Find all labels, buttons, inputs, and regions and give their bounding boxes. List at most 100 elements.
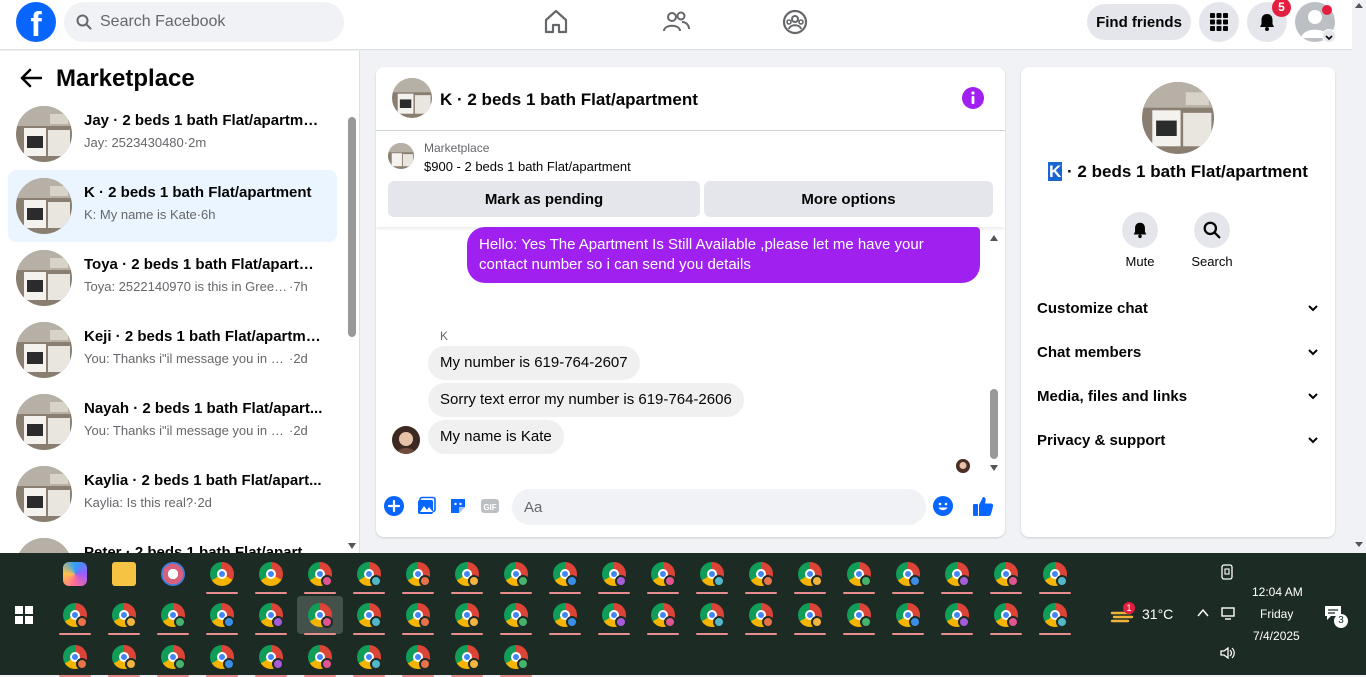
outgoing-message[interactable]: Hello: Yes The Apartment Is Still Availa…	[467, 227, 980, 283]
listing-price-title[interactable]: $900 - 2 beds 1 bath Flat/apartment	[424, 159, 631, 174]
chat-title[interactable]: K · 2 beds 1 bath Flat/apartment	[440, 90, 698, 110]
taskbar-chrome-profile-icon[interactable]	[640, 555, 686, 594]
taskbar-chrome-profile-icon[interactable]	[346, 555, 392, 594]
chat-scrollbar-thumb[interactable]	[990, 389, 998, 459]
clock-date[interactable]: 7/4/2025	[1253, 629, 1300, 643]
chevron-up-icon[interactable]	[1197, 608, 1209, 618]
listing-thumbnail-small[interactable]	[388, 143, 414, 169]
conversation-item-selected[interactable]: K · 2 beds 1 bath Flat/apartment K: My n…	[8, 170, 337, 242]
volume-icon[interactable]	[1220, 646, 1236, 660]
conversation-item[interactable]: Toya · 2 beds 1 bath Flat/apartm... Toya…	[8, 242, 337, 314]
taskbar-chrome-profile-icon[interactable]	[836, 555, 882, 594]
taskbar-chrome-profile-icon[interactable]	[346, 638, 392, 677]
sidebar-scrollbar-thumb[interactable]	[348, 117, 356, 337]
message-input[interactable]	[512, 489, 926, 525]
account-chevron[interactable]	[1322, 29, 1336, 43]
taskbar-chrome-profile-icon[interactable]	[52, 596, 98, 635]
taskbar-chrome-profile-icon[interactable]	[199, 596, 245, 635]
like-thumbs-up-icon[interactable]	[972, 495, 994, 517]
chat-members-section[interactable]: Chat members	[1037, 332, 1319, 372]
taskbar-chrome-profile-icon[interactable]	[346, 596, 392, 635]
mark-as-pending-button[interactable]: Mark as pending	[388, 181, 700, 217]
taskbar-chrome-profile-icon[interactable]	[101, 596, 147, 635]
sender-avatar[interactable]	[392, 426, 420, 454]
more-options-button[interactable]: More options	[704, 181, 993, 217]
incoming-message[interactable]: Sorry text error my number is 619-764-26…	[428, 383, 744, 417]
gif-icon[interactable]: GIF	[480, 496, 500, 516]
taskbar-chrome-profile-icon[interactable]	[248, 638, 294, 677]
plus-icon[interactable]	[384, 496, 404, 516]
taskbar-chrome-profile-icon[interactable]	[542, 596, 588, 635]
taskbar-chrome-profile-icon[interactable]	[689, 596, 735, 635]
taskbar-chrome-profile-icon[interactable]	[934, 596, 980, 635]
taskbar-chrome-profile-icon[interactable]	[934, 555, 980, 594]
taskbar-chrome-profile-icon[interactable]	[885, 555, 931, 594]
taskbar-chrome-icon[interactable]	[199, 555, 245, 594]
taskbar-chrome-profile-icon[interactable]	[885, 596, 931, 635]
privacy-support-section[interactable]: Privacy & support	[1037, 420, 1319, 460]
taskbar-chrome-profile-icon[interactable]	[1032, 555, 1078, 594]
taskbar-chrome-profile-icon[interactable]	[297, 555, 343, 594]
photo-icon[interactable]	[416, 496, 436, 516]
page-scrollbar[interactable]	[1352, 0, 1366, 553]
groups-icon[interactable]	[780, 7, 810, 37]
taskbar-chrome-profile-icon[interactable]	[591, 555, 637, 594]
search-input[interactable]	[100, 2, 330, 42]
taskbar-chrome-profile-icon[interactable]	[542, 555, 588, 594]
taskbar-chrome-profile-icon[interactable]	[199, 638, 245, 677]
taskbar-chrome-profile-icon[interactable]	[591, 596, 637, 635]
windows-start-icon[interactable]	[15, 606, 33, 624]
taskbar-chrome-profile-icon[interactable]	[52, 638, 98, 677]
taskbar-chrome-icon[interactable]	[248, 555, 294, 594]
taskbar-chrome-profile-icon[interactable]	[444, 638, 490, 677]
taskbar-chrome-profile-icon[interactable]	[150, 638, 196, 677]
taskbar-chrome-profile-icon[interactable]	[738, 596, 784, 635]
taskbar-chrome-profile-icon[interactable]	[1032, 596, 1078, 635]
search-box[interactable]	[64, 2, 344, 42]
taskbar-snipping-tool-icon[interactable]	[150, 555, 196, 593]
taskbar-chrome-profile-icon[interactable]	[787, 555, 833, 594]
taskbar-copilot-icon[interactable]	[52, 555, 98, 593]
conversation-item[interactable]: Peter · 2 beds 1 bath Flat/apart...	[8, 530, 337, 553]
taskbar-chrome-profile-icon[interactable]	[787, 596, 833, 635]
weather-temperature[interactable]: 31°C	[1142, 606, 1173, 622]
info-icon[interactable]	[962, 87, 984, 109]
listing-photo[interactable]	[1142, 82, 1214, 154]
conversation-item[interactable]: Keji · 2 beds 1 bath Flat/apartme... You…	[8, 314, 337, 386]
sticker-icon[interactable]	[448, 496, 468, 516]
conversation-item[interactable]: Kaylia · 2 beds 1 bath Flat/apart... Kay…	[8, 458, 337, 530]
clock-day[interactable]: Friday	[1260, 607, 1293, 621]
emoji-icon[interactable]	[933, 496, 953, 516]
taskbar-file-explorer-icon[interactable]	[101, 555, 147, 593]
taskbar-chrome-profile-icon[interactable]	[150, 596, 196, 635]
conversation-item[interactable]: Jay · 2 beds 1 bath Flat/apartment Jay: …	[8, 98, 337, 170]
incoming-message[interactable]: My name is Kate	[428, 420, 564, 454]
taskbar-chrome-profile-icon[interactable]	[493, 555, 539, 594]
taskbar-chrome-profile-icon[interactable]	[297, 596, 343, 635]
conversation-item[interactable]: Nayah · 2 beds 1 bath Flat/apart... You:…	[8, 386, 337, 458]
taskbar-chrome-profile-icon[interactable]	[444, 555, 490, 594]
taskbar-chrome-profile-icon[interactable]	[983, 555, 1029, 594]
taskbar-chrome-profile-icon[interactable]	[836, 596, 882, 635]
taskbar-chrome-profile-icon[interactable]	[640, 596, 686, 635]
phone-link-icon[interactable]	[1220, 564, 1234, 580]
home-icon[interactable]	[541, 7, 571, 37]
friends-icon[interactable]	[661, 7, 691, 37]
taskbar-chrome-profile-icon[interactable]	[297, 638, 343, 677]
back-arrow-icon[interactable]	[20, 63, 42, 93]
search-in-conversation-action[interactable]: Search	[1182, 212, 1242, 269]
menu-button[interactable]	[1199, 2, 1239, 42]
taskbar-chrome-profile-icon[interactable]	[738, 555, 784, 594]
taskbar-chrome-profile-icon[interactable]	[493, 638, 539, 677]
taskbar-chrome-profile-icon[interactable]	[395, 596, 441, 635]
customize-chat-section[interactable]: Customize chat	[1037, 288, 1319, 328]
mute-action[interactable]: Mute	[1110, 212, 1170, 269]
taskbar-chrome-profile-icon[interactable]	[395, 555, 441, 594]
taskbar-chrome-profile-icon[interactable]	[983, 596, 1029, 635]
listing-thumbnail[interactable]	[392, 78, 432, 118]
taskbar-chrome-profile-icon[interactable]	[493, 596, 539, 635]
taskbar-chrome-profile-icon[interactable]	[248, 596, 294, 635]
taskbar-chrome-profile-icon[interactable]	[395, 638, 441, 677]
taskbar-chrome-profile-icon[interactable]	[689, 555, 735, 594]
network-icon[interactable]	[1220, 605, 1236, 621]
